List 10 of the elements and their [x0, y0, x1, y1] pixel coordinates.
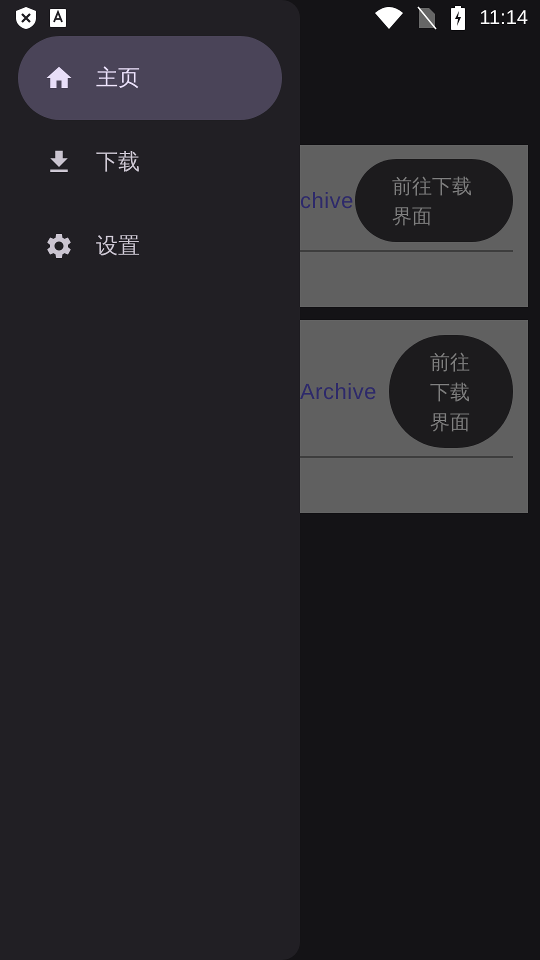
- go-to-download-button[interactable]: 前往下载界面: [389, 335, 513, 448]
- status-time: 11:14: [479, 6, 528, 30]
- wifi-icon: [375, 7, 404, 29]
- text-a-icon: [50, 9, 66, 27]
- no-sim-icon: [417, 6, 438, 30]
- drawer-item[interactable]: 设置: [18, 204, 282, 288]
- go-to-download-button[interactable]: 前往下载界面: [355, 159, 513, 242]
- drawer-item[interactable]: 下载: [18, 120, 282, 204]
- battery-charging-icon: [451, 6, 466, 30]
- drawer-item[interactable]: 主页: [18, 36, 282, 120]
